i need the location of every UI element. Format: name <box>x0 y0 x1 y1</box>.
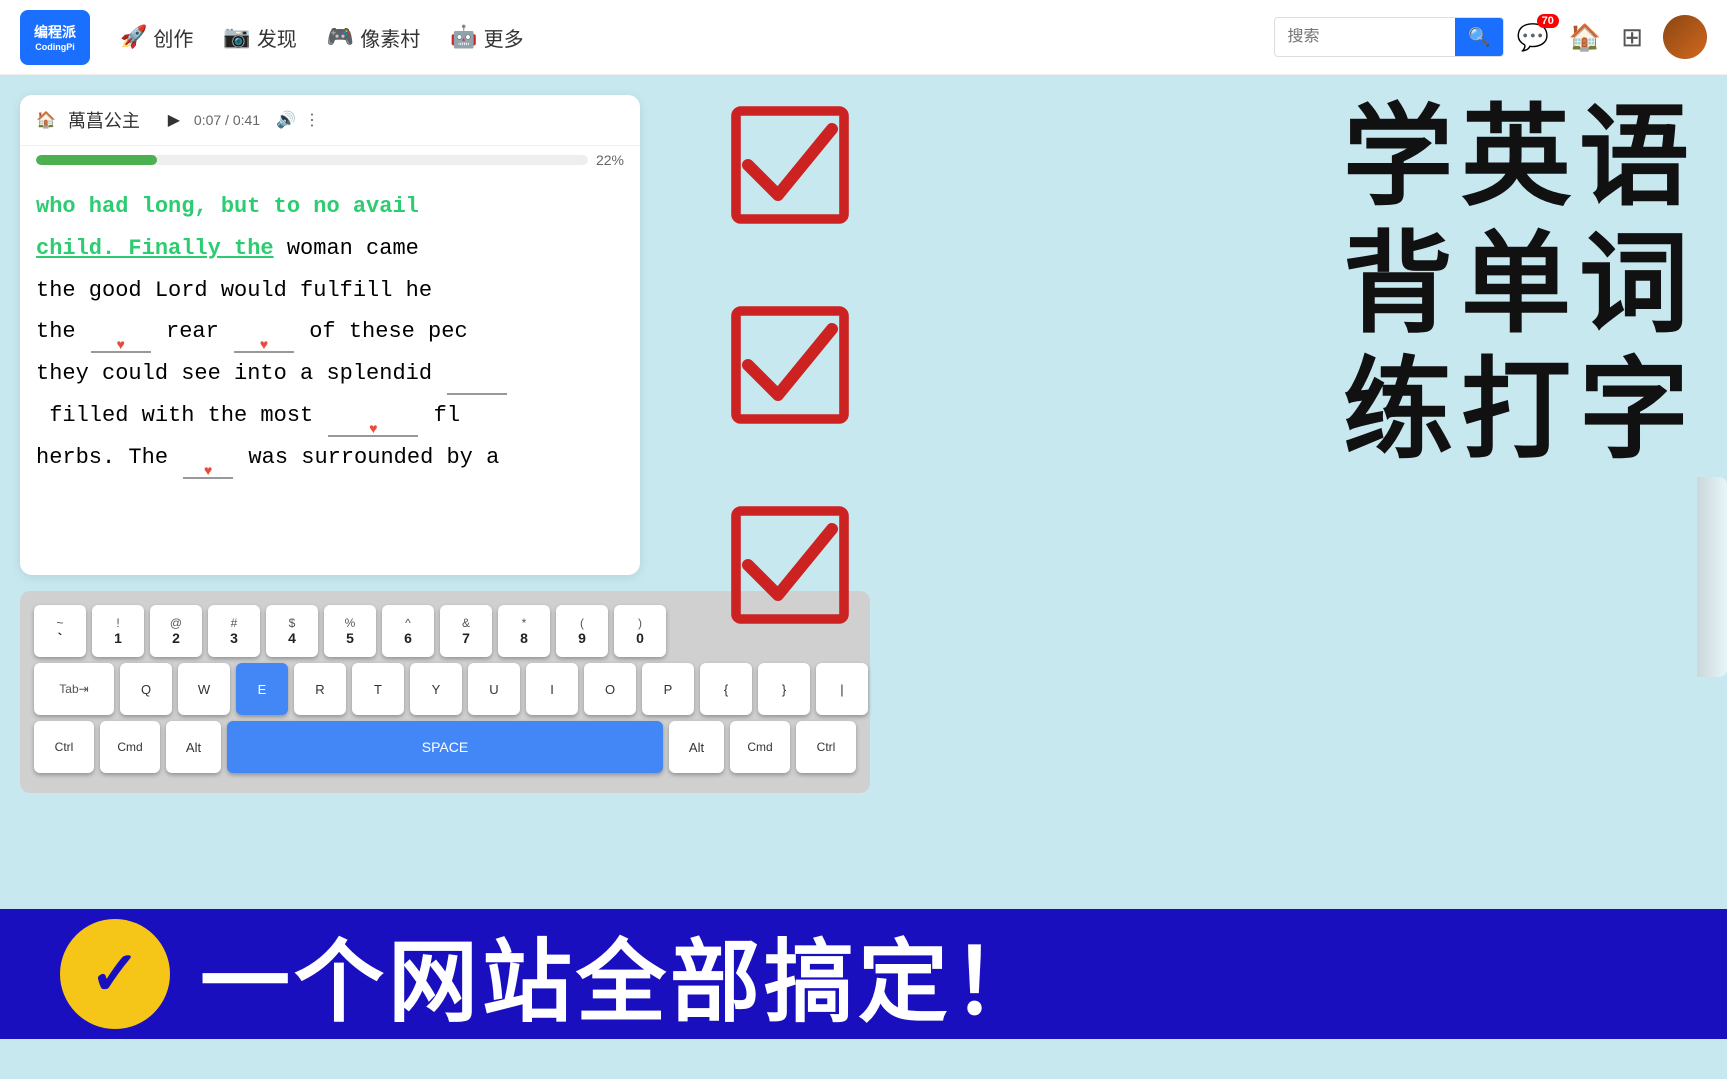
key-y[interactable]: Y <box>410 663 462 715</box>
big-text-line3: 练打字 <box>1343 348 1697 475</box>
page-curl <box>1697 477 1727 677</box>
key-4[interactable]: $4 <box>266 605 318 657</box>
key-space[interactable]: SPACE <box>227 721 663 773</box>
key-5[interactable]: %5 <box>324 605 376 657</box>
logo-box: 编程派 CodingPi <box>20 10 90 65</box>
audio-controls: ▶ 0:07 / 0:41 🔊 ⋮ <box>162 108 320 132</box>
bottom-banner: ✓ 一个网站全部搞定！ <box>0 909 1727 1039</box>
reading-progress-fill <box>36 155 157 165</box>
key-6[interactable]: ^6 <box>382 605 434 657</box>
nav-create[interactable]: 🚀 创作 <box>120 23 193 52</box>
reading-progress-section: 22% <box>20 146 640 174</box>
text-content: who had long, but to no avail child. Fin… <box>20 174 640 491</box>
search-button[interactable]: 🔍 <box>1455 17 1503 57</box>
key-alt-left[interactable]: Alt <box>166 721 221 773</box>
home-nav-button[interactable]: 🏠 <box>1569 22 1601 53</box>
key-w[interactable]: W <box>178 663 230 715</box>
card-header: 🏠 萬菖公主 ▶ 0:07 / 0:41 🔊 ⋮ <box>20 95 640 146</box>
key-r[interactable]: R <box>294 663 346 715</box>
key-q[interactable]: Q <box>120 663 172 715</box>
reading-card: 🏠 萬菖公主 ▶ 0:07 / 0:41 🔊 ⋮ <box>20 95 640 575</box>
banner-text: 一个网站全部搞定！ <box>200 909 1046 1039</box>
game-icon: 🎮 <box>327 24 354 50</box>
key-i[interactable]: I <box>526 663 578 715</box>
grid-nav-button[interactable]: ⊞ <box>1621 22 1643 53</box>
text-line-6: filled with the most ♥ fl <box>36 395 624 437</box>
rocket-icon: 🚀 <box>120 24 147 50</box>
nav-pixel-village[interactable]: 🎮 像素村 <box>327 23 420 52</box>
card-title: 萬菖公主 <box>68 107 140 133</box>
search-area: 🔍 💬 70 🏠 ⊞ <box>1274 15 1707 59</box>
checkbox-1-icon <box>730 105 850 225</box>
key-u[interactable]: U <box>468 663 520 715</box>
key-0[interactable]: )0 <box>614 605 666 657</box>
search-input[interactable] <box>1275 28 1455 46</box>
key-8[interactable]: *8 <box>498 605 550 657</box>
key-cmd-left[interactable]: Cmd <box>100 721 160 773</box>
navbar: 编程派 CodingPi 🚀 创作 📷 发现 🎮 像素村 🤖 更多 🔍 💬 70… <box>0 0 1727 75</box>
key-o[interactable]: O <box>584 663 636 715</box>
text-line-4: the ♥ rear ♥ of these pec <box>36 311 624 353</box>
big-text-line1: 学英语 <box>1343 95 1697 222</box>
text-line-3: the good Lord would fulfill he <box>36 270 624 312</box>
banner-circle: ✓ <box>60 919 170 1029</box>
banner-check-icon: ✓ <box>90 939 140 1009</box>
checkbox-3-icon <box>730 505 850 625</box>
text-line-2: child. Finally the woman came <box>36 228 624 270</box>
accuracy-label: 准确率 <box>1473 0 1527 1</box>
volume-icon[interactable]: 🔊 <box>276 110 296 130</box>
search-box: 🔍 <box>1274 17 1504 57</box>
more-options-icon[interactable]: ⋮ <box>304 110 320 130</box>
key-3[interactable]: #3 <box>208 605 260 657</box>
reading-progress-bar <box>36 155 588 165</box>
checkboxes-area <box>730 105 850 625</box>
text-line-1: who had long, but to no avail <box>36 186 624 228</box>
big-text-area: 学英语 背单词 练打字 <box>1343 95 1697 475</box>
time-display: 0:07 / 0:41 <box>194 112 260 128</box>
nav-discover[interactable]: 📷 发现 <box>223 23 296 52</box>
play-button[interactable]: ▶ <box>162 108 186 132</box>
logo[interactable]: 编程派 CodingPi <box>20 10 90 65</box>
key-backtick[interactable]: ~` <box>34 605 86 657</box>
key-2[interactable]: @2 <box>150 605 202 657</box>
home-card-icon: 🏠 <box>36 110 56 130</box>
progress-percent: 22% <box>596 152 624 168</box>
nav-icons-right: 💬 70 🏠 ⊞ <box>1516 15 1707 59</box>
key-tab[interactable]: Tab⇥ <box>34 663 114 715</box>
camera-icon: 📷 <box>223 24 250 50</box>
key-t[interactable]: T <box>352 663 404 715</box>
key-9[interactable]: (9 <box>556 605 608 657</box>
text-line-7: herbs. The ♥ was surrounded by a <box>36 437 624 479</box>
key-1[interactable]: !1 <box>92 605 144 657</box>
nav-more[interactable]: 🤖 更多 <box>450 23 523 52</box>
main-content: 🏠 萬菖公主 ▶ 0:07 / 0:41 🔊 ⋮ <box>0 75 1727 1079</box>
robot-icon: 🤖 <box>450 24 477 50</box>
avatar[interactable] <box>1663 15 1707 59</box>
key-ctrl-left[interactable]: Ctrl <box>34 721 94 773</box>
notification-button[interactable]: 💬 70 <box>1516 22 1548 53</box>
big-text-line2: 背单词 <box>1343 222 1697 349</box>
checkbox-2-icon <box>730 305 850 425</box>
key-7[interactable]: &7 <box>440 605 492 657</box>
key-e[interactable]: E <box>236 663 288 715</box>
